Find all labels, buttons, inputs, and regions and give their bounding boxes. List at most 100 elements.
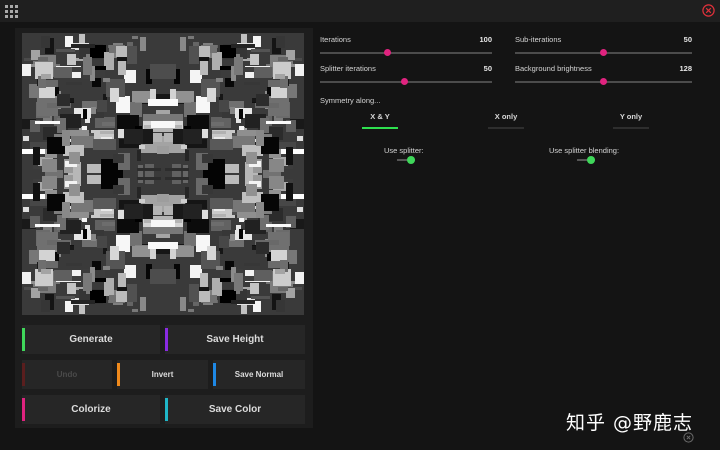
toggle-knob bbox=[587, 156, 595, 164]
pattern-tile bbox=[22, 64, 31, 76]
use-splitter-blending-toggle[interactable] bbox=[577, 156, 595, 164]
pattern-tile bbox=[41, 269, 51, 274]
pattern-tile bbox=[127, 284, 137, 302]
circle-x-icon[interactable] bbox=[683, 432, 694, 443]
pattern-tile bbox=[110, 88, 119, 102]
pattern-tile bbox=[83, 57, 92, 75]
pattern-tile bbox=[91, 234, 96, 241]
use-splitter-toggle[interactable] bbox=[397, 156, 415, 164]
pattern-tile bbox=[234, 57, 243, 75]
slider-label: Sub-iterations bbox=[515, 35, 562, 44]
slider-thumb[interactable] bbox=[400, 78, 408, 85]
pattern-tile bbox=[184, 231, 196, 246]
undo-button[interactable]: Undo bbox=[22, 360, 112, 389]
pattern-tile bbox=[188, 309, 194, 312]
heightmap-preview bbox=[22, 33, 304, 315]
slider-thumb[interactable] bbox=[383, 49, 391, 56]
pattern-tile bbox=[137, 168, 161, 171]
pattern-tile bbox=[23, 207, 29, 212]
pattern-tile bbox=[200, 60, 208, 75]
pattern-tile bbox=[56, 49, 75, 52]
pattern-tile bbox=[295, 64, 304, 76]
pattern-tile bbox=[250, 54, 259, 65]
pattern-tile bbox=[155, 220, 175, 227]
pattern-tile bbox=[150, 64, 175, 79]
pattern-tile bbox=[39, 87, 55, 99]
tab-x-only[interactable]: X only bbox=[488, 112, 524, 129]
pattern-tile bbox=[183, 204, 202, 219]
pattern-tile bbox=[158, 146, 169, 154]
save-color-label: Save Color bbox=[208, 404, 262, 415]
pattern-tile bbox=[57, 242, 70, 254]
slider-thumb[interactable] bbox=[600, 49, 607, 56]
save-height-button[interactable]: Save Height bbox=[165, 325, 305, 354]
pattern-tile bbox=[130, 102, 142, 117]
pattern-tile bbox=[266, 224, 291, 227]
grid-dots-icon[interactable] bbox=[5, 5, 18, 18]
tab-x-and-y[interactable]: X & Y bbox=[362, 112, 398, 129]
pattern-tile bbox=[271, 87, 287, 99]
pattern-tile bbox=[42, 159, 57, 172]
tab-y-only[interactable]: Y only bbox=[613, 112, 649, 129]
pattern-tile bbox=[137, 187, 141, 198]
pattern-tile bbox=[181, 199, 187, 203]
pattern-tile bbox=[23, 136, 29, 141]
pattern-tile bbox=[148, 99, 167, 106]
pattern-tile bbox=[38, 287, 48, 291]
pattern-tile bbox=[216, 266, 223, 270]
save-normal-button[interactable]: Save Normal bbox=[213, 360, 305, 389]
pattern-tile bbox=[35, 121, 60, 124]
pattern-tile bbox=[230, 234, 235, 241]
pattern-tile bbox=[266, 121, 291, 124]
pattern-tile bbox=[66, 263, 82, 266]
pattern-tile bbox=[54, 270, 72, 281]
pattern-tile bbox=[158, 194, 169, 202]
undo-accent bbox=[22, 363, 25, 386]
pattern-tile bbox=[39, 249, 55, 261]
pattern-tile bbox=[69, 130, 89, 136]
pattern-tile bbox=[256, 242, 269, 254]
save-color-button[interactable]: Save Color bbox=[165, 395, 305, 424]
pattern-tile bbox=[87, 175, 101, 184]
pattern-tile bbox=[234, 273, 243, 291]
slider-track[interactable] bbox=[320, 52, 492, 54]
close-circle-icon[interactable] bbox=[702, 4, 715, 17]
pattern-tile bbox=[276, 300, 285, 312]
invert-button[interactable]: Invert bbox=[117, 360, 208, 389]
pattern-tile bbox=[251, 49, 270, 52]
pattern-tile bbox=[69, 152, 80, 164]
pattern-tile bbox=[79, 304, 85, 314]
pattern-tile bbox=[117, 287, 128, 291]
colorize-button[interactable]: Colorize bbox=[22, 395, 160, 424]
pattern-tile bbox=[79, 34, 85, 44]
pattern-tile bbox=[102, 222, 115, 226]
undo-label: Undo bbox=[56, 370, 78, 379]
pattern-tile bbox=[256, 94, 269, 106]
pattern-tile bbox=[113, 154, 124, 163]
pattern-tile bbox=[155, 121, 175, 128]
pattern-tile bbox=[97, 236, 107, 248]
pattern-tile bbox=[41, 300, 50, 312]
pattern-tile bbox=[103, 78, 110, 82]
pattern-tile bbox=[225, 164, 239, 173]
pattern-tile bbox=[93, 139, 116, 150]
pattern-tile bbox=[202, 185, 213, 194]
save-normal-accent bbox=[213, 363, 216, 386]
pattern-tile bbox=[22, 272, 31, 284]
slider-thumb[interactable] bbox=[600, 78, 607, 85]
pattern-tile bbox=[185, 150, 189, 161]
pattern-tile bbox=[254, 67, 272, 78]
pattern-tile bbox=[94, 278, 106, 282]
pattern-tile bbox=[237, 212, 257, 218]
pattern-tile bbox=[67, 283, 76, 294]
pattern-tile bbox=[124, 129, 143, 144]
pattern-tile bbox=[33, 183, 40, 201]
pattern-tile bbox=[71, 44, 95, 48]
pattern-tile bbox=[69, 212, 89, 218]
pattern-tile bbox=[184, 102, 196, 117]
tab-label: X & Y bbox=[370, 112, 390, 121]
slider-value: 50 bbox=[683, 35, 692, 44]
pattern-tile bbox=[165, 177, 189, 180]
tab-underline bbox=[362, 127, 398, 129]
generate-button[interactable]: Generate bbox=[22, 325, 160, 354]
